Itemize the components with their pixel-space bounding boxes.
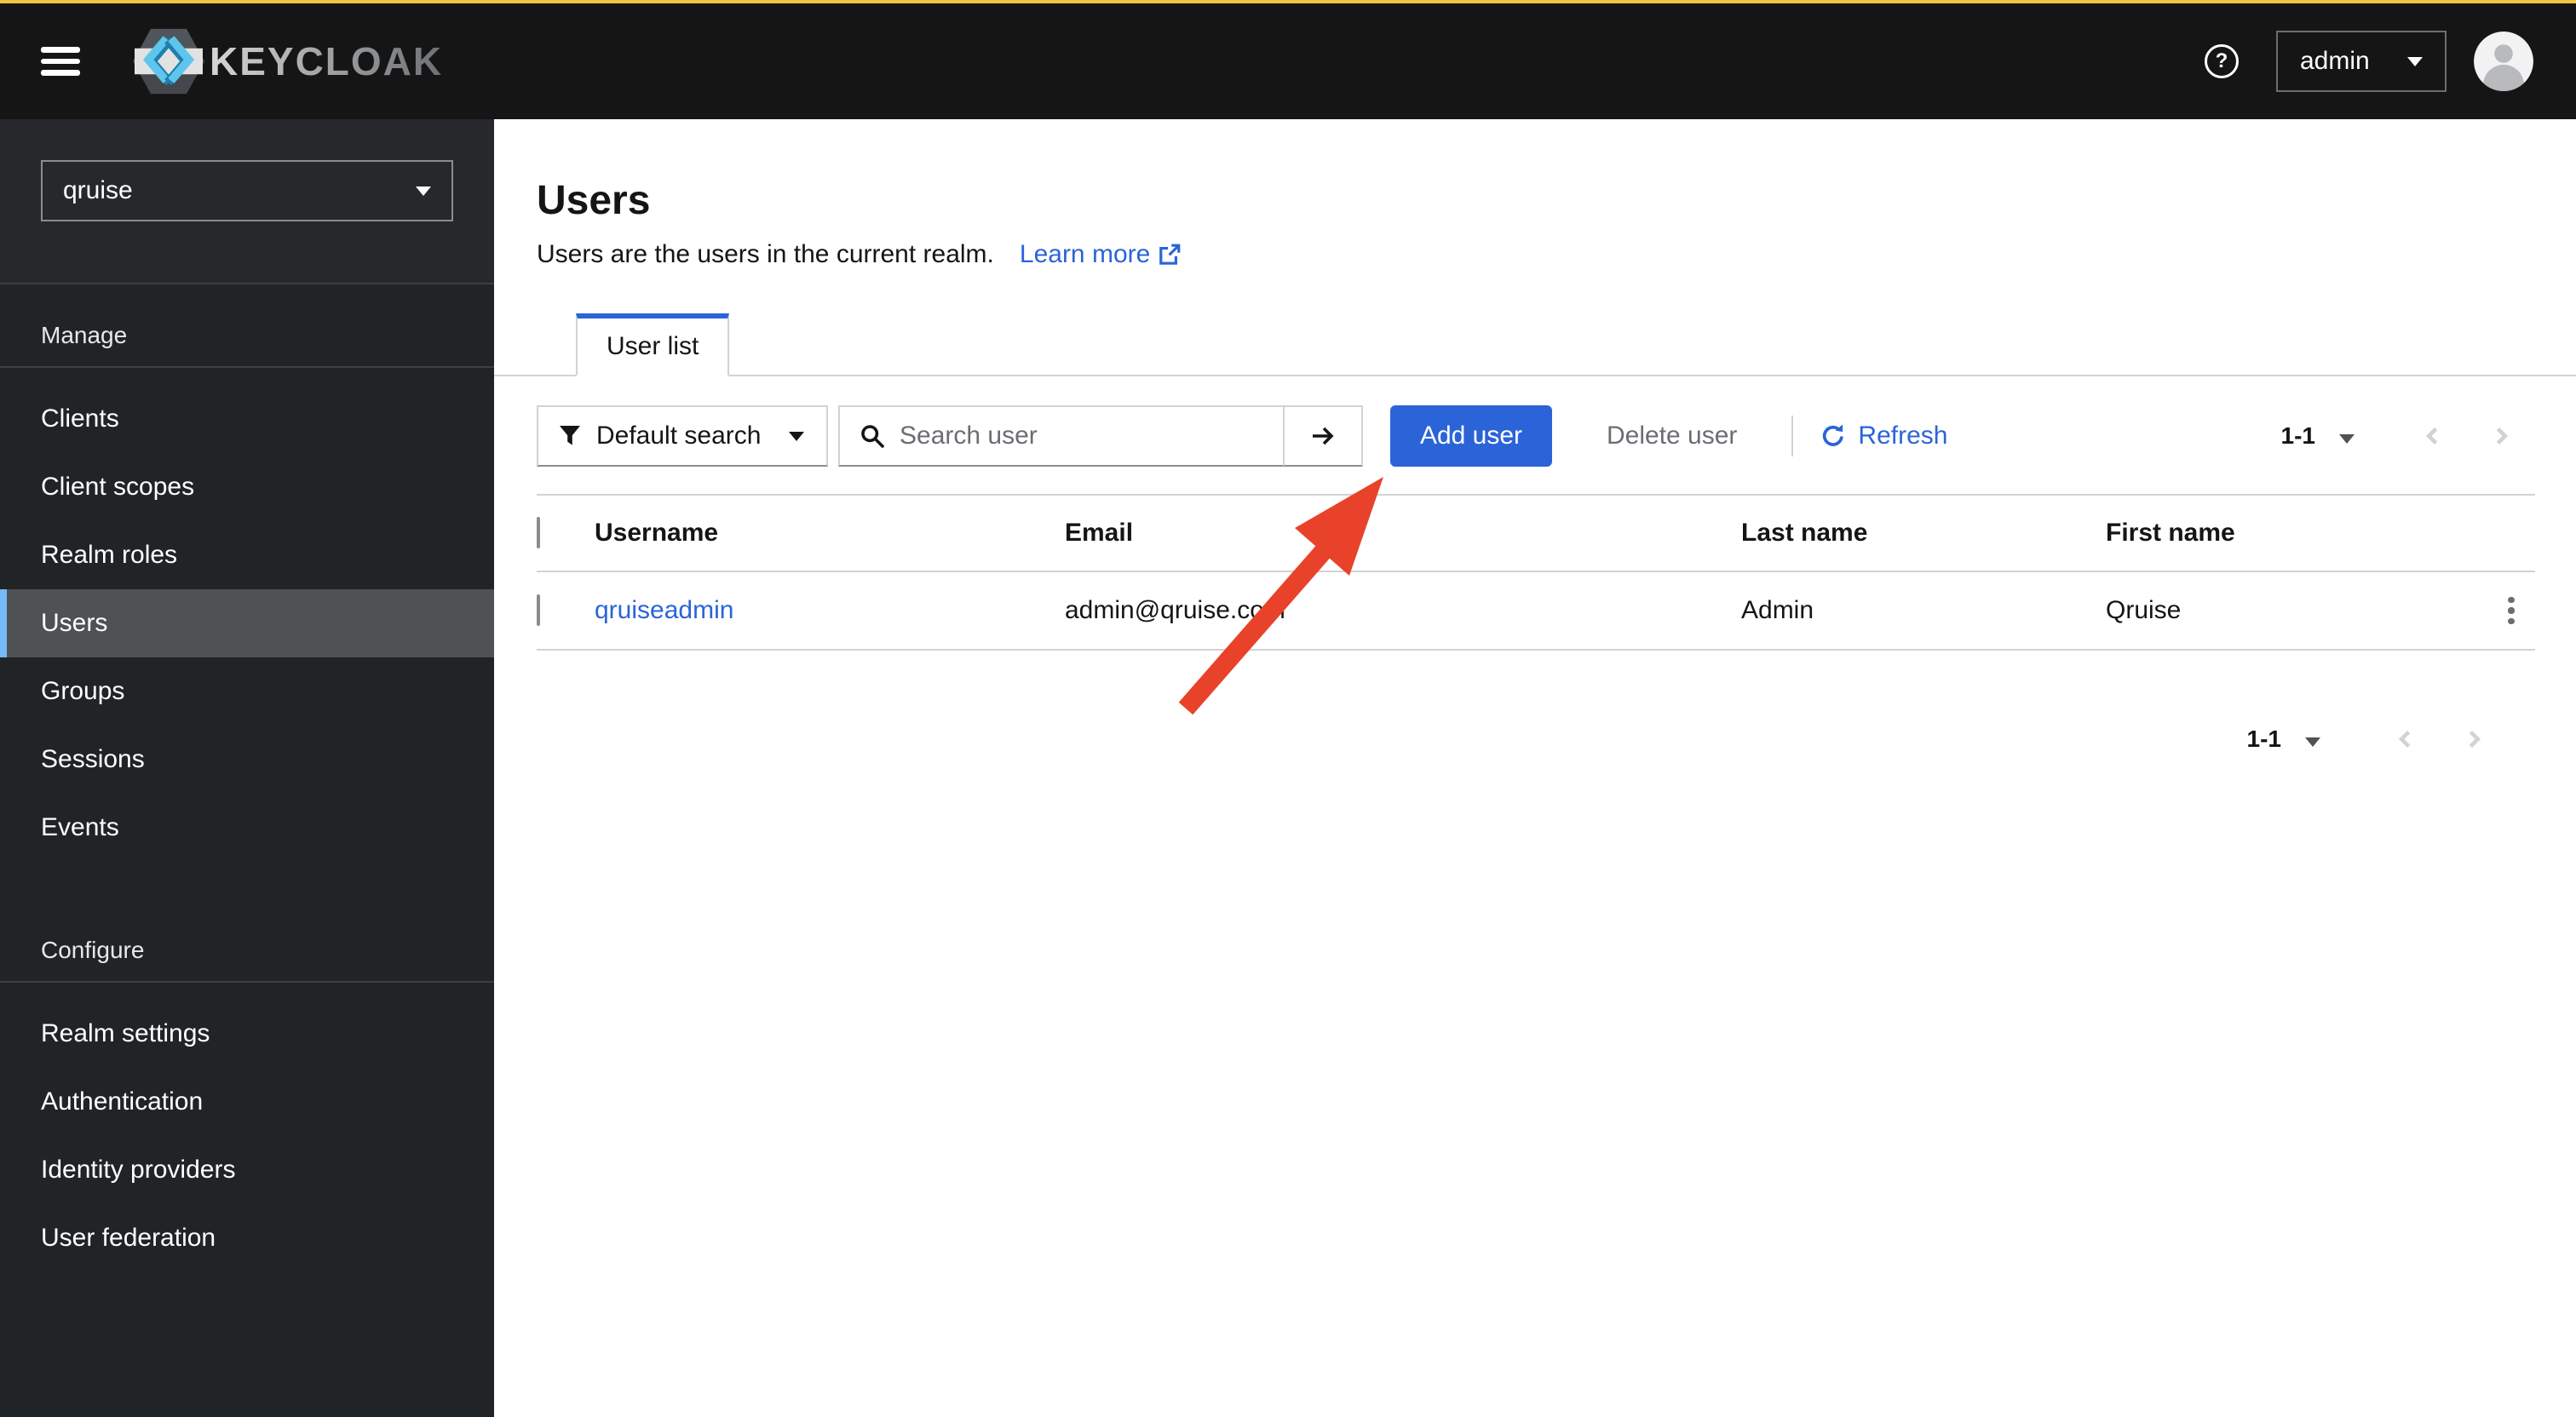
main-content: Users Users are the users in the current… <box>494 119 2576 1417</box>
brand-name: KEYCLOAK <box>210 39 444 83</box>
sidebar-item-identity-providers[interactable]: Identity providers <box>0 1136 494 1204</box>
next-page-button[interactable] <box>2440 708 2508 770</box>
chevron-down-icon <box>416 186 431 196</box>
avatar <box>2474 32 2533 91</box>
learn-more-link[interactable]: Learn more <box>1020 237 1181 272</box>
pagination-range: 1-1 <box>2280 422 2315 449</box>
realm-selector-label: qruise <box>63 176 133 204</box>
search-type-dropdown[interactable]: Default search <box>537 405 828 467</box>
column-header-email: Email <box>1065 519 1134 547</box>
toolbar-divider <box>1791 416 1794 456</box>
nav-list-configure: Realm settings Authentication Identity p… <box>0 1000 494 1272</box>
nav-section-title: Manage <box>0 322 494 368</box>
sidebar-item-realm-roles[interactable]: Realm roles <box>0 521 494 589</box>
search-group <box>838 405 1363 467</box>
select-all-checkbox[interactable] <box>537 517 540 548</box>
nav-list-manage: Clients Client scopes Realm roles Users … <box>0 385 494 862</box>
angle-left-icon <box>2425 427 2438 445</box>
search-icon <box>861 425 884 448</box>
keycloak-logo: KEYCLOAK <box>131 27 443 95</box>
row-checkbox[interactable] <box>537 594 540 626</box>
learn-more-label: Learn more <box>1019 240 1151 268</box>
sidebar-item-sessions[interactable]: Sessions <box>0 726 494 794</box>
caret-down-icon <box>2339 433 2355 444</box>
toolbar: Default search Add us <box>537 405 2535 467</box>
help-icon[interactable]: ? <box>2205 44 2239 78</box>
sidebar-item-realm-settings[interactable]: Realm settings <box>0 1000 494 1068</box>
pagination-range: 1-1 <box>2246 726 2281 752</box>
previous-page-button[interactable] <box>2399 405 2467 467</box>
sidebar-item-authentication[interactable]: Authentication <box>0 1068 494 1136</box>
email-cell: admin@qruise.com <box>1065 596 1285 624</box>
realm-panel: qruise <box>0 119 494 284</box>
search-input[interactable] <box>900 422 1283 450</box>
column-header-last-name: Last name <box>1741 519 1868 547</box>
column-header-username: Username <box>595 519 719 547</box>
user-menu-dropdown[interactable]: admin <box>2276 31 2447 92</box>
pagination-top: 1-1 <box>2281 405 2535 467</box>
caret-down-icon <box>2305 737 2320 747</box>
sidebar-item-groups[interactable]: Groups <box>0 657 494 726</box>
keycloak-admin-console: KEYCLOAK ? admin qruise Manage Clients C… <box>0 0 2576 1417</box>
refresh-label: Refresh <box>1858 422 1948 450</box>
angle-right-icon <box>2496 427 2509 445</box>
pagination-menu-toggle[interactable] <box>2332 416 2361 456</box>
next-page-button[interactable] <box>2467 405 2535 467</box>
tab-bar: User list <box>494 313 2576 376</box>
page-title: Users <box>537 178 651 223</box>
masthead-actions: ? admin <box>2205 31 2533 92</box>
search-type-label: Default search <box>596 422 762 450</box>
nav-section-configure: Configure Realm settings Authentication … <box>0 862 494 1272</box>
delete-user-button[interactable]: Delete user <box>1579 405 1764 467</box>
nav-section-manage: Manage Clients Client scopes Realm roles… <box>0 284 494 862</box>
username-link[interactable]: qruiseadmin <box>595 596 733 624</box>
angle-right-icon <box>2469 730 2481 749</box>
refresh-button[interactable]: Refresh <box>1820 422 1947 450</box>
last-name-cell: Admin <box>1741 596 1814 624</box>
column-header-first-name: First name <box>2106 519 2235 547</box>
user-menu-label: admin <box>2300 47 2370 75</box>
pagination-bottom: 1-1 <box>537 708 2535 770</box>
arrow-right-icon <box>1313 427 1334 445</box>
sidebar: qruise Manage Clients Client scopes Real… <box>0 119 494 1417</box>
sidebar-item-users[interactable]: Users <box>0 589 494 657</box>
previous-page-button[interactable] <box>2372 708 2440 770</box>
search-box <box>838 405 1283 467</box>
chevron-down-icon <box>789 431 804 441</box>
page-description: Users are the users in the current realm… <box>537 237 2535 272</box>
masthead: KEYCLOAK ? admin <box>0 3 2576 119</box>
keycloak-logo-icon <box>133 28 204 95</box>
avatar-icon <box>2474 32 2533 91</box>
filter-icon <box>560 426 580 445</box>
nav-section-title: Configure <box>0 937 494 983</box>
add-user-button[interactable]: Add user <box>1390 405 1552 467</box>
angle-left-icon <box>2398 730 2411 749</box>
tab-label: User list <box>607 332 699 360</box>
table-row: qruiseadmin admin@qruise.com Admin Qruis… <box>537 572 2535 651</box>
pagination-menu-toggle[interactable] <box>2298 720 2327 760</box>
users-table: Username Email Last name First name qrui… <box>537 494 2535 651</box>
external-link-icon <box>1159 244 1181 265</box>
sidebar-item-user-federation[interactable]: User federation <box>0 1204 494 1272</box>
table-header-row: Username Email Last name First name <box>537 496 2535 572</box>
sidebar-item-client-scopes[interactable]: Client scopes <box>0 453 494 521</box>
first-name-cell: Qruise <box>2106 596 2182 624</box>
realm-selector[interactable]: qruise <box>41 160 453 221</box>
refresh-icon <box>1823 424 1844 446</box>
chevron-down-icon <box>2407 56 2423 66</box>
row-kebab-menu[interactable] <box>2498 587 2524 634</box>
page-description-text: Users are the users in the current realm… <box>537 240 994 268</box>
sidebar-item-clients[interactable]: Clients <box>0 385 494 453</box>
sidebar-item-events[interactable]: Events <box>0 794 494 862</box>
tab-user-list[interactable]: User list <box>576 313 730 376</box>
nav-toggle-button[interactable] <box>41 47 80 76</box>
search-submit-button[interactable] <box>1283 405 1363 467</box>
